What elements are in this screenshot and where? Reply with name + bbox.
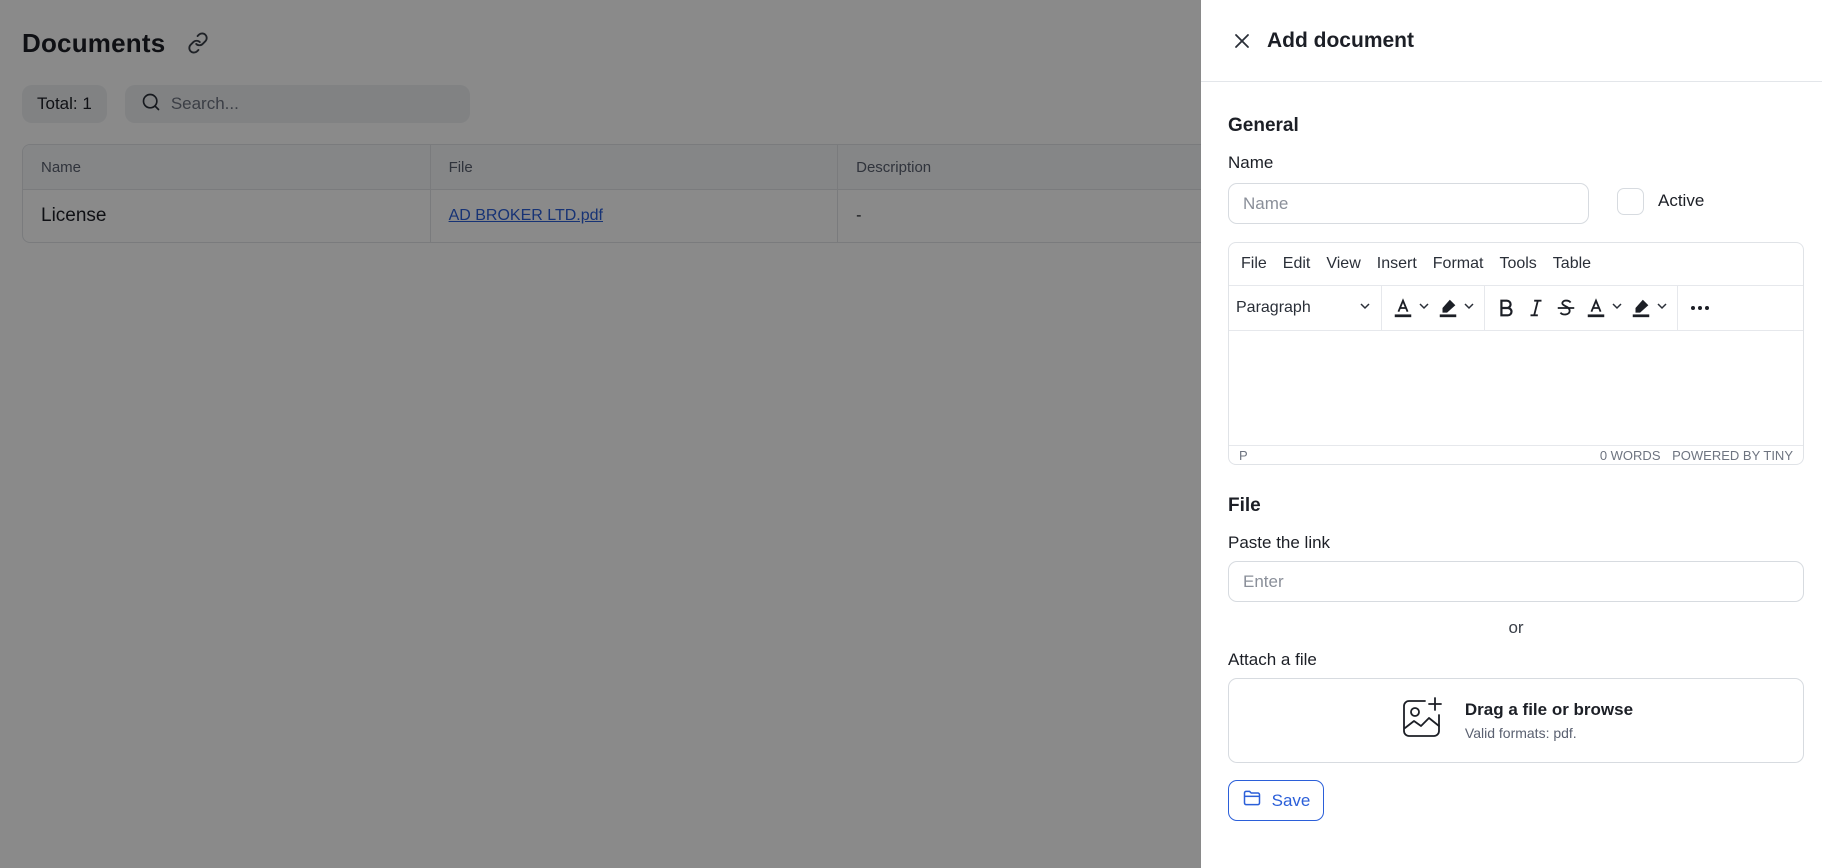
drawer-body: General Name Active File Edit View Inser…	[1201, 115, 1822, 821]
chevron-down-icon	[1418, 299, 1430, 317]
block-format-select[interactable]: Paragraph	[1229, 286, 1382, 330]
menu-file[interactable]: File	[1233, 255, 1275, 273]
editor-content-area[interactable]	[1229, 331, 1803, 445]
active-label: Active	[1658, 191, 1705, 210]
add-document-drawer: Add document General Name Active File Ed…	[1201, 0, 1822, 868]
text-color-icon	[1388, 292, 1418, 324]
chevron-down-icon	[1656, 299, 1668, 317]
menu-table[interactable]: Table	[1545, 255, 1599, 273]
strikethrough-icon[interactable]	[1551, 292, 1581, 324]
general-section-title: General	[1228, 115, 1299, 136]
menu-format[interactable]: Format	[1425, 255, 1492, 273]
chevron-down-icon	[1463, 299, 1475, 317]
italic-icon[interactable]	[1521, 292, 1551, 324]
dropzone-formats: Valid formats: pdf.	[1464, 725, 1577, 741]
editor-statusbar: P 0 WORDS POWERED BY TINY	[1229, 445, 1803, 464]
highlighter-icon	[1626, 292, 1656, 324]
dropzone-title: Drag a file or browse	[1464, 700, 1634, 719]
name-row: Active	[1228, 183, 1804, 224]
menu-view[interactable]: View	[1318, 255, 1368, 273]
chevron-down-icon	[1359, 299, 1371, 317]
name-label: Name	[1228, 153, 1274, 172]
menu-edit[interactable]: Edit	[1275, 255, 1319, 273]
more-group	[1678, 286, 1722, 330]
menu-tools[interactable]: Tools	[1491, 255, 1544, 273]
save-button[interactable]: Save	[1228, 780, 1324, 821]
active-toggle[interactable]: Active	[1617, 187, 1705, 215]
branding-link[interactable]: POWERED BY TINY	[1672, 448, 1793, 463]
close-icon[interactable]	[1229, 28, 1255, 54]
paste-link-label: Paste the link	[1228, 533, 1331, 552]
background-color-button[interactable]	[1433, 292, 1475, 324]
bold-icon[interactable]	[1491, 292, 1521, 324]
color-group-1	[1382, 286, 1485, 330]
editor-toolbar: Paragraph	[1229, 286, 1803, 331]
element-path[interactable]: P	[1239, 448, 1248, 463]
active-checkbox[interactable]	[1617, 187, 1644, 215]
add-image-icon	[1399, 695, 1445, 746]
text-color-button[interactable]	[1388, 292, 1430, 324]
text-color-icon	[1581, 292, 1611, 324]
file-section-title: File	[1228, 495, 1261, 516]
statusbar-right: 0 WORDS POWERED BY TINY	[1592, 448, 1793, 463]
text-color-button-2[interactable]	[1581, 292, 1623, 324]
editor-menubar: File Edit View Insert Format Tools Table	[1229, 243, 1803, 286]
dropzone-text: Drag a file or browse Valid formats: pdf…	[1465, 700, 1633, 741]
menu-insert[interactable]: Insert	[1369, 255, 1425, 273]
word-count[interactable]: 0 WORDS	[1600, 448, 1661, 463]
folder-icon	[1242, 788, 1262, 813]
more-icon[interactable]	[1684, 292, 1716, 324]
drawer-header: Add document	[1201, 0, 1822, 82]
drawer-title: Add document	[1267, 28, 1414, 52]
or-divider: or	[1508, 618, 1524, 637]
chevron-down-icon	[1611, 299, 1623, 317]
highlighter-icon	[1433, 292, 1463, 324]
block-format-value: Paragraph	[1236, 299, 1311, 316]
name-input[interactable]	[1228, 183, 1589, 224]
attach-file-label: Attach a file	[1228, 650, 1317, 669]
rich-text-editor: File Edit View Insert Format Tools Table…	[1228, 242, 1804, 465]
background-color-button-2[interactable]	[1626, 292, 1668, 324]
format-group	[1485, 286, 1678, 330]
save-label: Save	[1271, 790, 1311, 810]
file-dropzone[interactable]: Drag a file or browse Valid formats: pdf…	[1228, 678, 1804, 763]
link-input[interactable]	[1228, 561, 1804, 602]
